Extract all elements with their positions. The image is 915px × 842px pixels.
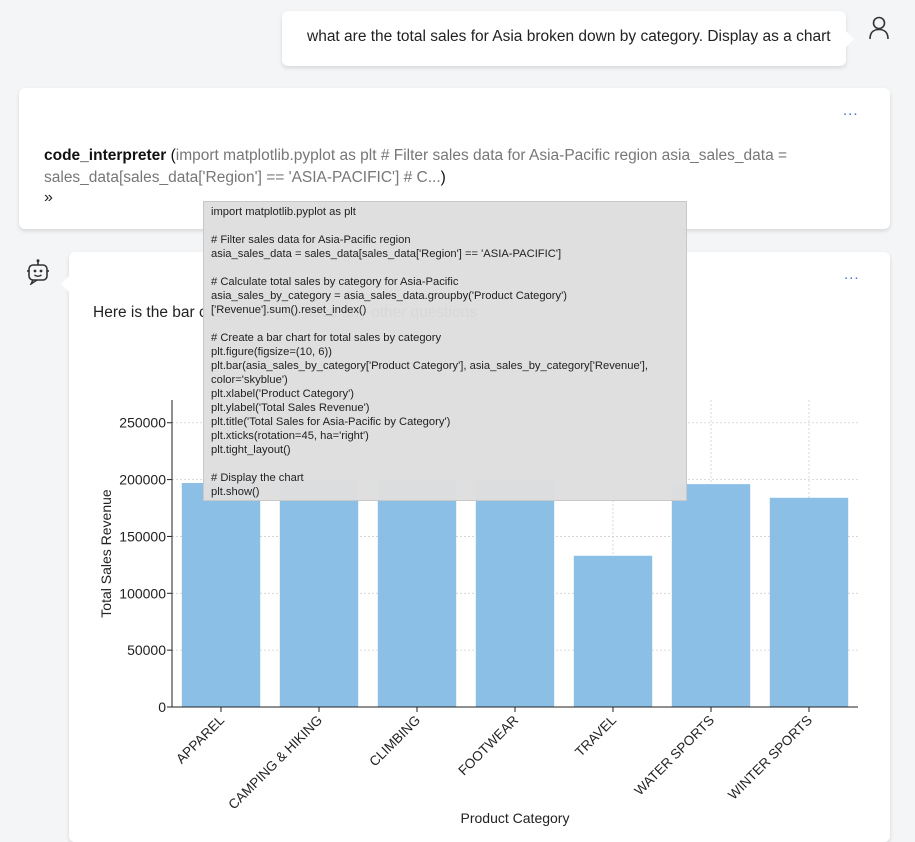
bar: [671, 484, 751, 707]
x-axis-label: Product Category: [461, 810, 570, 826]
bar: [377, 479, 457, 707]
bar: [573, 555, 653, 707]
x-tick-label: CAMPING & HIKING: [225, 713, 325, 813]
y-tick-label: 50000: [127, 642, 166, 658]
y-axis-label: Total Sales Revenue: [98, 489, 114, 618]
y-tick-label: 0: [158, 699, 166, 715]
x-tick-label: WINTER SPORTS: [725, 713, 815, 803]
y-tick-label: 200000: [119, 472, 166, 488]
bar: [769, 497, 849, 707]
x-tick-label: FOOTWEAR: [455, 712, 521, 778]
y-tick-label: 250000: [119, 415, 166, 431]
x-tick-label: WATER SPORTS: [631, 713, 717, 799]
bar: [475, 479, 555, 707]
y-tick-label: 100000: [119, 585, 166, 601]
x-tick-label: CLIMBING: [366, 713, 423, 770]
y-tick-label: 150000: [119, 528, 166, 544]
code-tooltip: import matplotlib.pyplot as plt # Filter…: [203, 201, 687, 501]
bar: [279, 479, 359, 707]
x-tick-label: APPAREL: [173, 712, 227, 766]
bar: [181, 483, 261, 707]
x-tick-label: TRAVEL: [572, 712, 619, 759]
